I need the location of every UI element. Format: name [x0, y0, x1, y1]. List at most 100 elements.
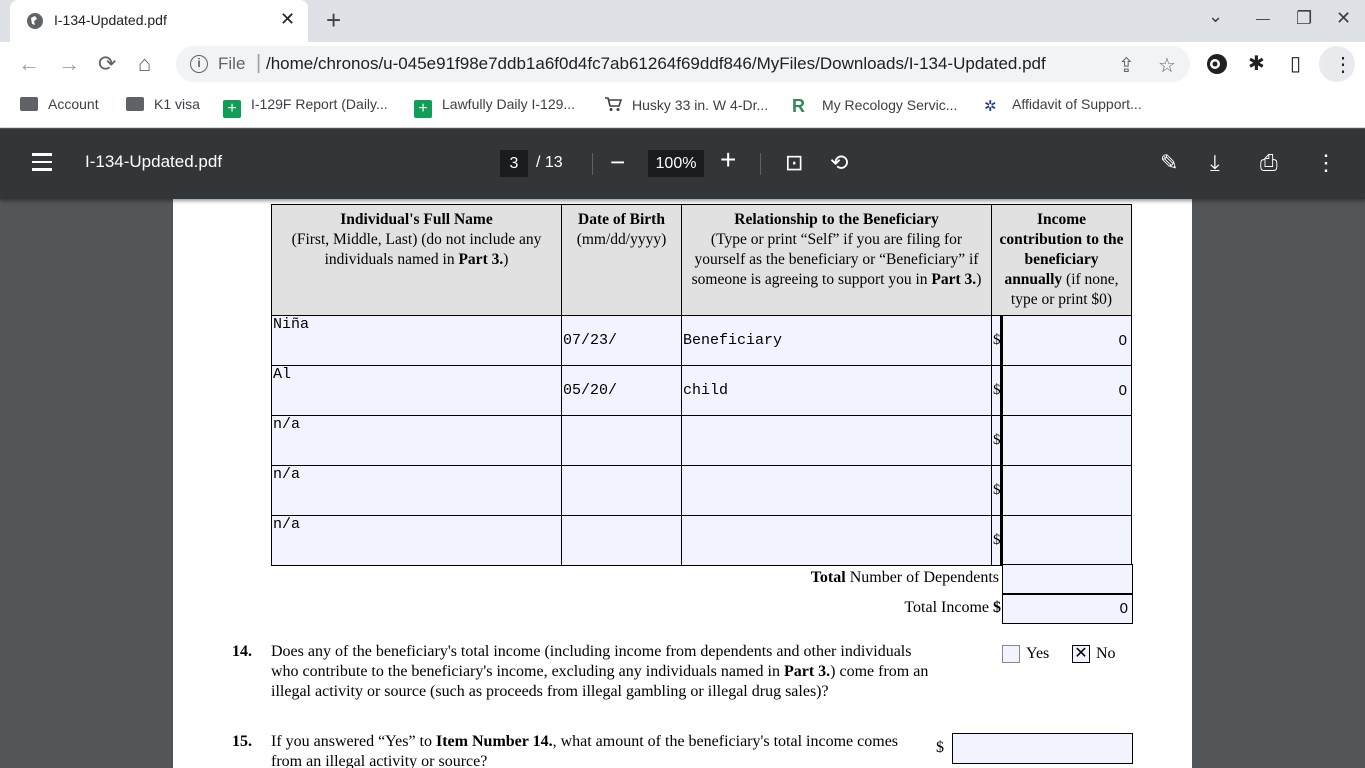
- dob-field[interactable]: [561, 515, 682, 566]
- active-tab[interactable]: I-134-Updated.pdf ✕: [10, 0, 308, 42]
- question-14-number: 14.: [232, 643, 252, 660]
- kebab-menu-icon: ⋮: [1333, 54, 1353, 76]
- header-income: Income contribution to the beneficiary a…: [991, 204, 1132, 316]
- back-button[interactable]: ←: [18, 50, 40, 78]
- table-row: n/a $: [271, 415, 1132, 466]
- pdf-more-icon[interactable]: ⋮: [1315, 151, 1337, 175]
- sheets-icon: +: [414, 100, 432, 118]
- folder-icon: [126, 97, 144, 111]
- print-icon[interactable]: ⎙: [1260, 151, 1278, 175]
- income-field[interactable]: 0: [1001, 315, 1132, 366]
- cart-icon: [604, 96, 623, 111]
- info-icon[interactable]: i: [190, 55, 208, 73]
- bookmark-k1-visa[interactable]: K1 visa: [126, 96, 200, 112]
- globe-icon: [27, 13, 43, 29]
- tab-close-icon[interactable]: ✕: [280, 9, 295, 30]
- header-full-name: Individual's Full Name (First, Middle, L…: [271, 204, 562, 316]
- fit-to-page-icon[interactable]: ⊡: [785, 151, 803, 175]
- url-scheme: File: [218, 54, 246, 73]
- tab-title: I-134-Updated.pdf: [54, 12, 167, 28]
- total-income-field[interactable]: 0: [1002, 594, 1133, 624]
- side-panel-icon[interactable]: ▯: [1290, 53, 1301, 75]
- menu-button[interactable]: ⋮: [1319, 46, 1355, 82]
- dollar-sign: $: [991, 315, 1003, 366]
- income-field[interactable]: [1001, 515, 1132, 566]
- name-field[interactable]: n/a: [271, 515, 562, 566]
- annotate-pen-icon[interactable]: ✎: [1160, 151, 1178, 175]
- rotate-icon[interactable]: ⟲: [830, 151, 848, 175]
- question-15-text: If you answered “Yes” to Item Number 14.…: [271, 733, 899, 768]
- relationship-field[interactable]: [681, 465, 992, 516]
- pdf-page: Individual's Full Name (First, Middle, L…: [173, 199, 1192, 768]
- zoom-level-input[interactable]: 100%: [648, 150, 704, 177]
- reload-button[interactable]: ⟳: [98, 50, 116, 78]
- sheets-icon: +: [223, 100, 241, 118]
- question-14-text: Does any of the beneficiary's total inco…: [271, 643, 929, 700]
- q14-yes-label: Yes: [1026, 645, 1050, 662]
- dob-field[interactable]: [561, 415, 682, 466]
- dob-field[interactable]: 07/23/: [561, 315, 682, 366]
- dob-field[interactable]: [561, 465, 682, 516]
- download-icon[interactable]: ⤓: [1210, 151, 1220, 175]
- page-total: / 13: [536, 154, 563, 171]
- uscis-icon: ✲: [984, 98, 997, 115]
- relationship-field[interactable]: [681, 515, 992, 566]
- bookmark-account[interactable]: Account: [20, 96, 99, 112]
- bookmark-i129f-report[interactable]: + I-129F Report (Daily...: [223, 96, 388, 118]
- income-field[interactable]: [1001, 465, 1132, 516]
- divider: [760, 153, 761, 175]
- name-field[interactable]: n/a: [271, 465, 562, 516]
- name-field[interactable]: Niña: [271, 315, 562, 366]
- total-dependents-field[interactable]: [1002, 564, 1133, 594]
- dollar-sign: $: [991, 365, 1003, 416]
- income-field[interactable]: 0: [1001, 365, 1132, 416]
- relationship-field[interactable]: [681, 415, 992, 466]
- share-icon[interactable]: ⇪: [1118, 53, 1135, 78]
- new-tab-button[interactable]: +: [326, 6, 341, 34]
- name-field[interactable]: n/a: [271, 415, 562, 466]
- dob-field[interactable]: 05/20/: [561, 365, 682, 416]
- dollar-sign: $: [991, 415, 1003, 466]
- dependents-table: Individual's Full Name (First, Middle, L…: [271, 204, 1132, 566]
- q15-amount-field[interactable]: [952, 733, 1133, 764]
- browser-toolbar: ← → ⟳ ⌂ i File | /home/chronos/u-045e91f…: [0, 42, 1365, 86]
- address-bar[interactable]: i File | /home/chronos/u-045e91f98e7ddb1…: [176, 46, 1190, 82]
- home-button[interactable]: ⌂: [138, 50, 151, 78]
- url-text[interactable]: /home/chronos/u-045e91f98e7ddb1a6f0d4fc7…: [266, 54, 1046, 74]
- relationship-field[interactable]: Beneficiary: [681, 315, 992, 366]
- tab-strip: I-134-Updated.pdf ✕ + ⌄ — ❐ ✕: [0, 0, 1365, 42]
- hamburger-menu-icon[interactable]: [32, 153, 52, 171]
- bookmarks-bar: Account K1 visa + I-129F Report (Daily...…: [0, 86, 1365, 128]
- minimize-button[interactable]: —: [1256, 10, 1270, 26]
- tab-search-chevron-icon[interactable]: ⌄: [1208, 6, 1223, 27]
- table-row: n/a $: [271, 465, 1132, 516]
- recology-icon: R: [792, 96, 805, 116]
- bookmark-star-icon[interactable]: ☆: [1158, 53, 1176, 78]
- relationship-field[interactable]: child: [681, 365, 992, 416]
- window-close-button[interactable]: ✕: [1336, 8, 1351, 29]
- header-relationship: Relationship to the Beneficiary (Type or…: [681, 204, 992, 316]
- income-field[interactable]: [1001, 415, 1132, 466]
- zoom-out-button[interactable]: −: [610, 147, 625, 178]
- question-15-number: 15.: [232, 733, 252, 750]
- table-row: Al 05/20/ child $ 0: [271, 365, 1132, 416]
- bookmark-affidavit[interactable]: ✲ Affidavit of Support...: [984, 96, 1142, 115]
- bookmark-lawfully[interactable]: + Lawfully Daily I-129...: [414, 96, 575, 118]
- q14-yes-checkbox[interactable]: [1002, 645, 1020, 663]
- dollar-sign: $: [991, 465, 1003, 516]
- extensions-puzzle-icon[interactable]: ✱: [1248, 53, 1265, 75]
- forward-button[interactable]: →: [58, 50, 80, 78]
- bookmark-husky[interactable]: Husky 33 in. W 4-Dr...: [604, 96, 768, 113]
- bookmark-recology[interactable]: R My Recology Servic...: [792, 96, 957, 116]
- extension-avatar-icon[interactable]: [1206, 53, 1228, 75]
- page-number-input[interactable]: 3: [500, 150, 528, 177]
- header-date-of-birth: Date of Birth (mm/dd/yyyy): [561, 204, 682, 316]
- restore-button[interactable]: ❐: [1296, 8, 1312, 29]
- name-field[interactable]: Al: [271, 365, 562, 416]
- dollar-sign: $: [991, 515, 1003, 566]
- table-row: n/a $: [271, 515, 1132, 566]
- q14-no-checkbox[interactable]: ✕: [1072, 645, 1090, 663]
- zoom-in-button[interactable]: +: [720, 144, 736, 176]
- folder-icon: [20, 97, 38, 111]
- pdf-title: I-134-Updated.pdf: [85, 152, 223, 171]
